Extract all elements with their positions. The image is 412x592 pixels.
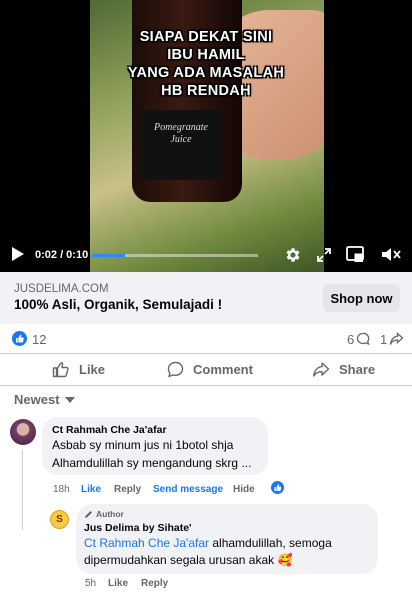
caption-line: IBU HAMIL xyxy=(167,47,245,63)
caption-line: SIAPA DEKAT SINI xyxy=(139,29,273,45)
video-time: 0:02 / 0:10 xyxy=(35,249,89,261)
like-button-label: Like xyxy=(79,362,106,377)
chevron-down-icon xyxy=(64,396,75,403)
comment-reply-link[interactable]: Reply xyxy=(114,484,141,495)
comment-count[interactable]: 6 xyxy=(347,332,354,347)
like-button[interactable]: Like xyxy=(52,361,105,378)
comment-like-link[interactable]: Like xyxy=(81,484,101,495)
like-reaction-icon[interactable] xyxy=(12,331,27,346)
shop-now-button[interactable]: Shop now xyxy=(323,284,400,312)
author-badge-label: Author xyxy=(96,509,124,519)
pencil-icon xyxy=(85,510,92,518)
bottle-label-line: Pomegranate xyxy=(154,122,208,133)
reply-timestamp[interactable]: 5h xyxy=(85,578,96,589)
comment-timestamp[interactable]: 18h xyxy=(53,484,70,495)
comment-button[interactable]: Comment xyxy=(167,361,253,378)
avatar[interactable] xyxy=(10,419,36,445)
caption-line: HB RENDAH xyxy=(161,83,251,99)
share-count[interactable]: 1 xyxy=(380,332,387,347)
ad-domain: JUSDELIMA.COM xyxy=(14,283,109,295)
comment-count-icon xyxy=(356,332,370,346)
comment-sort-dropdown[interactable]: Newest xyxy=(14,392,75,407)
reply-author-name[interactable]: Jus Delima by Sihate' xyxy=(84,522,192,534)
picture-in-picture-icon[interactable] xyxy=(346,246,364,263)
caption-line: YANG ADA MASALAH xyxy=(127,65,285,81)
mention-link[interactable]: Ct Rahmah Che Ja'afar xyxy=(84,536,209,550)
comment-icon xyxy=(167,361,184,378)
like-reaction-icon[interactable] xyxy=(270,480,285,495)
reaction-count[interactable]: 12 xyxy=(32,332,46,347)
thumbs-up-icon xyxy=(52,362,69,378)
commenter-name[interactable]: Ct Rahmah Che Ja'afar xyxy=(52,424,167,436)
gear-icon[interactable] xyxy=(284,246,302,264)
reply-text: alhamdulillah, semoga xyxy=(209,536,332,550)
share-count-icon xyxy=(389,332,404,345)
comment-button-label: Comment xyxy=(193,362,253,377)
reply-thread-line xyxy=(22,450,23,530)
sort-label: Newest xyxy=(14,392,60,407)
ad-headline[interactable]: 100% Asli, Organik, Semulajadi ! xyxy=(14,297,222,312)
bottle-label-line: Juice xyxy=(170,134,192,145)
video-caption-overlay: SIAPA DEKAT SINI IBU HAMIL YANG ADA MASA… xyxy=(0,28,412,100)
bottle-label: Pomegranate Juice xyxy=(140,110,222,180)
video-progress-fill xyxy=(92,254,126,257)
reply-reply-link[interactable]: Reply xyxy=(141,578,168,589)
play-icon[interactable] xyxy=(11,246,25,262)
comment-text-line: Asbab sy minum jus ni 1botol shja xyxy=(52,438,234,452)
share-icon xyxy=(313,362,330,377)
comment-text-line[interactable]: Alhamdulillah sy mengandung skrg ... xyxy=(52,455,251,472)
fullscreen-icon[interactable] xyxy=(317,248,331,262)
send-message-link[interactable]: Send message xyxy=(153,484,223,495)
share-button[interactable]: Share xyxy=(312,361,375,378)
share-button-label: Share xyxy=(339,362,376,377)
mute-icon[interactable] xyxy=(381,246,401,263)
video-progress-bar[interactable] xyxy=(92,254,258,257)
reply-like-link[interactable]: Like xyxy=(108,578,128,589)
reply-text-line: dipermudahkan segala urusan akak 🥰 xyxy=(84,553,293,567)
video-player[interactable]: Pomegranate Juice SIAPA DEKAT SINI IBU H… xyxy=(0,0,412,272)
hide-comment-link[interactable]: Hide xyxy=(233,484,255,495)
page-avatar[interactable]: S xyxy=(50,510,69,529)
author-badge: Author xyxy=(84,509,124,519)
